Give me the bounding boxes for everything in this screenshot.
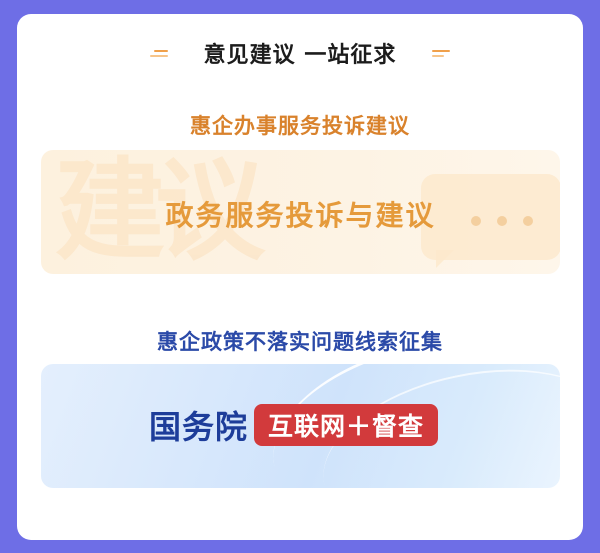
- complaint-banner-title: 政务服务投诉与建议: [165, 199, 436, 232]
- banner-title-row: 国务院 互联网＋督查: [149, 402, 439, 448]
- title-decoration-left-icon: [149, 49, 168, 57]
- speech-bubble-tail: [436, 250, 454, 268]
- complaint-section-label-text: 惠企办事服务投诉建议: [190, 114, 410, 138]
- section-header: 意见建议 一站征求: [17, 36, 583, 70]
- state-council-text: 国务院: [149, 408, 249, 446]
- policy-clue-section-label: 惠企政策不落实问题线索征集: [17, 326, 583, 360]
- complaint-section-label: 惠企办事服务投诉建议: [17, 110, 583, 144]
- internet-supervision-badge: 互联网＋督查: [254, 404, 439, 446]
- content-card: 意见建议 一站征求 惠企办事服务投诉建议 建议 政务服务投诉与建议 惠企政策不落…: [17, 14, 583, 540]
- complaint-suggestion-banner[interactable]: 建议 政务服务投诉与建议: [41, 150, 560, 274]
- title-decoration-right-icon: [432, 49, 451, 57]
- state-council-supervision-banner[interactable]: 国务院 互联网＋督查: [41, 364, 560, 488]
- page-title: 意见建议 一站征求: [203, 43, 397, 68]
- policy-clue-section-label-text: 惠企政策不落实问题线索征集: [157, 330, 443, 354]
